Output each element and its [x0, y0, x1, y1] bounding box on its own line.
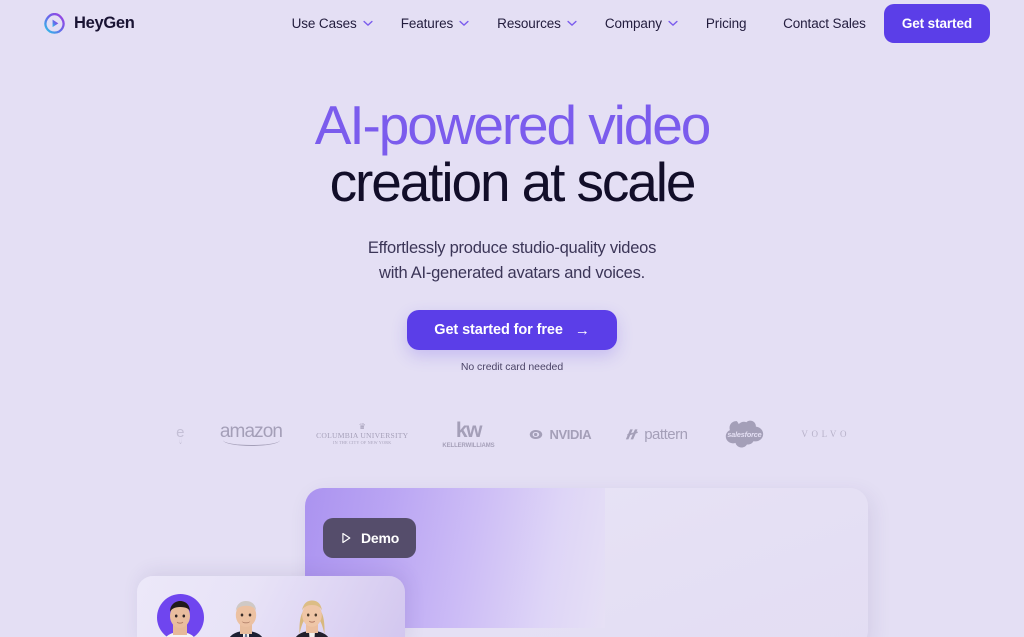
logo-nvidia-text: NVIDIA	[549, 426, 592, 442]
logo-partial-glyph: e	[176, 424, 185, 445]
avatar-person-3[interactable]	[287, 590, 339, 637]
headline-line-1: AI-powered video	[314, 94, 712, 156]
logo-nvidia: NVIDIA	[529, 427, 592, 442]
pattern-mark-icon	[626, 429, 639, 440]
avatar-person-2[interactable]	[221, 590, 273, 637]
avatar-list	[155, 590, 339, 637]
logo-pattern: pattern	[625, 425, 688, 443]
logo-salesforce: salesforce	[721, 419, 767, 449]
chevron-down-icon	[567, 20, 577, 26]
product-showcase: Demo	[0, 470, 1024, 637]
logo-keller-williams-subtext: KELLERWILLIAMS	[442, 442, 495, 449]
logo-pattern-text: pattern	[644, 425, 688, 443]
logo-volvo: VOLVO	[801, 429, 850, 439]
brand-logo-link[interactable]: HeyGen	[44, 12, 135, 34]
nvidia-eye-icon	[529, 429, 542, 439]
headline-line-2: creation at scale	[329, 151, 697, 214]
avatar-photo	[229, 601, 263, 637]
avatar-photo	[295, 600, 329, 637]
demo-badge[interactable]: Demo	[323, 518, 417, 558]
cta-label: Get started for free	[434, 322, 563, 339]
logo-partial: e	[174, 424, 186, 445]
hero-subheading: Effortlessly produce studio-quality vide…	[0, 236, 1024, 285]
logo-volvo-text: VOLVO	[801, 429, 851, 440]
nav-item-label: Features	[400, 15, 454, 31]
contact-sales-link[interactable]: Contact Sales	[783, 16, 866, 31]
nav-item-company[interactable]: Company	[605, 16, 678, 31]
nav-actions: Contact Sales Get started	[783, 3, 990, 43]
logo-salesforce-text: salesforce	[727, 429, 762, 439]
demo-badge-label: Demo	[361, 530, 400, 546]
nav-item-label: Company	[604, 15, 662, 31]
nav-item-label: Pricing	[705, 15, 747, 31]
nav-item-features[interactable]: Features	[401, 16, 469, 31]
avatar-photo	[166, 601, 194, 637]
top-navigation-bar: HeyGen Use Cases Features Resources Comp…	[0, 0, 1024, 46]
play-triangle-icon	[342, 532, 351, 544]
page-title: AI-powered video creation at scale	[0, 94, 1024, 214]
logo-keller-williams-text: kw	[455, 418, 483, 442]
logo-keller-williams: kw KELLERWILLIAMS	[442, 420, 494, 449]
nav-item-resources[interactable]: Resources	[497, 16, 577, 31]
chevron-down-icon	[363, 20, 373, 26]
primary-nav: Use Cases Features Resources Company Pri	[292, 16, 747, 31]
logo-amazon-text: amazon	[220, 421, 283, 447]
heygen-play-mark-icon	[44, 12, 65, 34]
cta-note: No credit card needed	[460, 361, 564, 374]
nav-item-pricing[interactable]: Pricing	[706, 16, 747, 31]
chevron-down-icon	[459, 20, 469, 26]
subheading-line-1: Effortlessly produce studio-quality vide…	[367, 239, 657, 258]
hero-section: AI-powered video creation at scale Effor…	[0, 46, 1024, 451]
get-started-button[interactable]: Get started	[883, 3, 990, 43]
subheading-line-2: with AI-generated avatars and voices.	[379, 263, 645, 282]
chevron-down-icon	[668, 20, 678, 26]
hero-cta-group: Get started for free → No credit card ne…	[0, 310, 1024, 373]
customer-logo-strip: e amazon ♛ COLUMBIA UNIVERSITY IN THE CI…	[0, 417, 1024, 451]
nav-item-use-cases[interactable]: Use Cases	[292, 16, 373, 31]
avatar-person-1[interactable]	[155, 590, 207, 637]
nav-item-label: Resources	[497, 15, 561, 31]
nav-item-label: Use Cases	[291, 15, 357, 31]
logo-columbia-subtext: IN THE CITY OF NEW YORK	[333, 439, 392, 445]
brand-name: HeyGen	[74, 13, 135, 32]
get-started-for-free-button[interactable]: Get started for free →	[407, 310, 617, 351]
logo-columbia-university: ♛ COLUMBIA UNIVERSITY IN THE CITY OF NEW…	[316, 422, 408, 445]
arrow-right-icon: →	[574, 321, 590, 339]
showcase-avatars-card[interactable]	[137, 576, 405, 637]
logo-amazon: amazon	[220, 421, 283, 447]
